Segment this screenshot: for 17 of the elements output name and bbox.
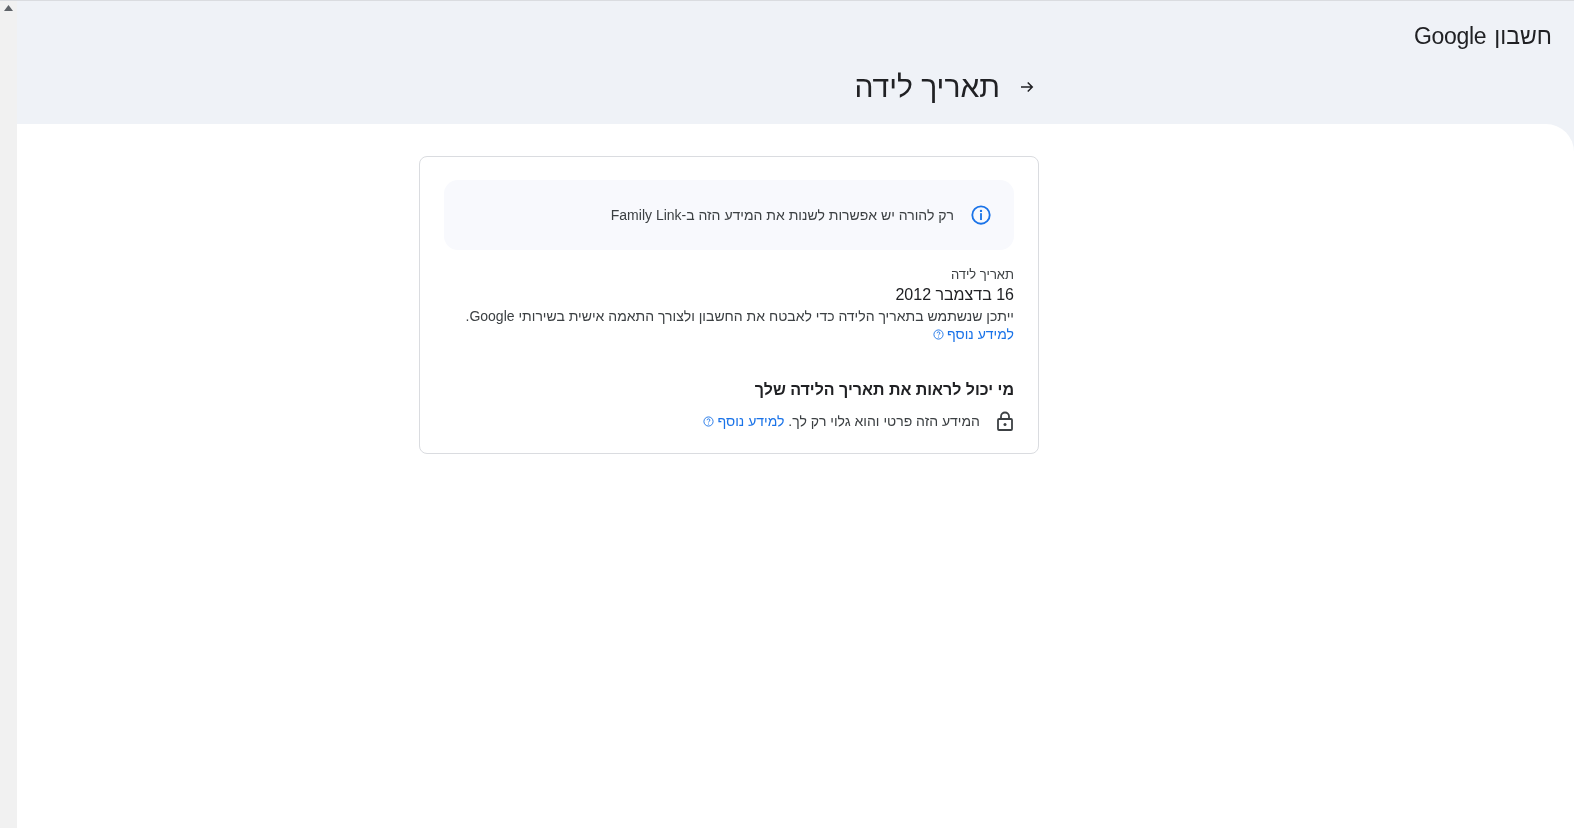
learn-more-link[interactable]: למידע נוסף — [932, 326, 1014, 342]
product-name: חשבון — [1494, 22, 1552, 50]
learn-more-link[interactable]: למידע נוסף — [703, 413, 785, 429]
google-logo[interactable]: Google — [1414, 22, 1487, 50]
help-icon — [703, 415, 715, 427]
notice-text: רק להורה יש אפשרות לשנות את המידע הזה ב-Family Link — [610, 207, 954, 223]
lock-icon — [996, 411, 1014, 431]
info-icon — [970, 204, 992, 226]
scrollbar[interactable] — [0, 1, 17, 828]
scroll-up-icon[interactable] — [4, 5, 13, 12]
section-heading: מי יכול לראות את תאריך הלידה שלך — [753, 381, 1014, 399]
page-title: תאריך לידה — [854, 70, 1000, 104]
help-icon — [932, 328, 944, 340]
field-description: ייתכן שנשתמש בתאריך הלידה כדי לאבטח את החשבון ולצורך התאמה אישית בשירותי Google. — [464, 308, 1014, 324]
field-value: 16 בדצמבר 2012 — [894, 286, 1014, 304]
privacy-text: המידע הזה פרטי והוא גלוי רק לך. למידע נוסף — [703, 413, 980, 429]
field-label: תאריך לידה — [949, 267, 1014, 282]
